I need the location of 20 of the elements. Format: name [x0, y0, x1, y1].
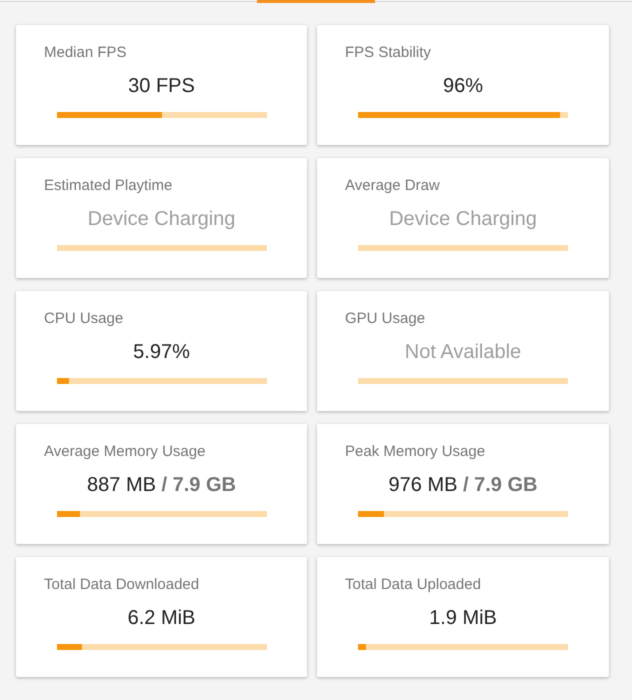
metric-title: CPU Usage	[44, 310, 124, 328]
metric-value: Device Charging	[389, 207, 537, 232]
metric-value: 887 MB / 7.9 GB	[87, 473, 236, 498]
metric-value: Device Charging	[88, 207, 236, 232]
metric-title: Peak Memory Usage	[345, 443, 486, 461]
metric-value: 6.2 MiB	[128, 606, 196, 631]
metric-title: Average Memory Usage	[44, 443, 206, 461]
metric-value: 5.97%	[133, 340, 190, 365]
metric-title: Total Data Uploaded	[345, 576, 481, 594]
metric-title: Estimated Playtime	[44, 177, 172, 195]
metric-title: GPU Usage	[345, 310, 426, 328]
metric-title: Average Draw	[345, 177, 440, 195]
metric-value: 96%	[442, 74, 484, 99]
metric-value: 1.9 MiB	[429, 606, 497, 631]
metric-title: Median FPS	[44, 44, 127, 62]
metric-value: Not Available	[404, 340, 522, 365]
metric-title: Total Data Downloaded	[44, 576, 200, 594]
metric-value: 30 FPS	[128, 74, 195, 99]
metric-title: FPS Stability	[345, 44, 431, 62]
metric-value: 976 MB / 7.9 GB	[388, 473, 538, 498]
